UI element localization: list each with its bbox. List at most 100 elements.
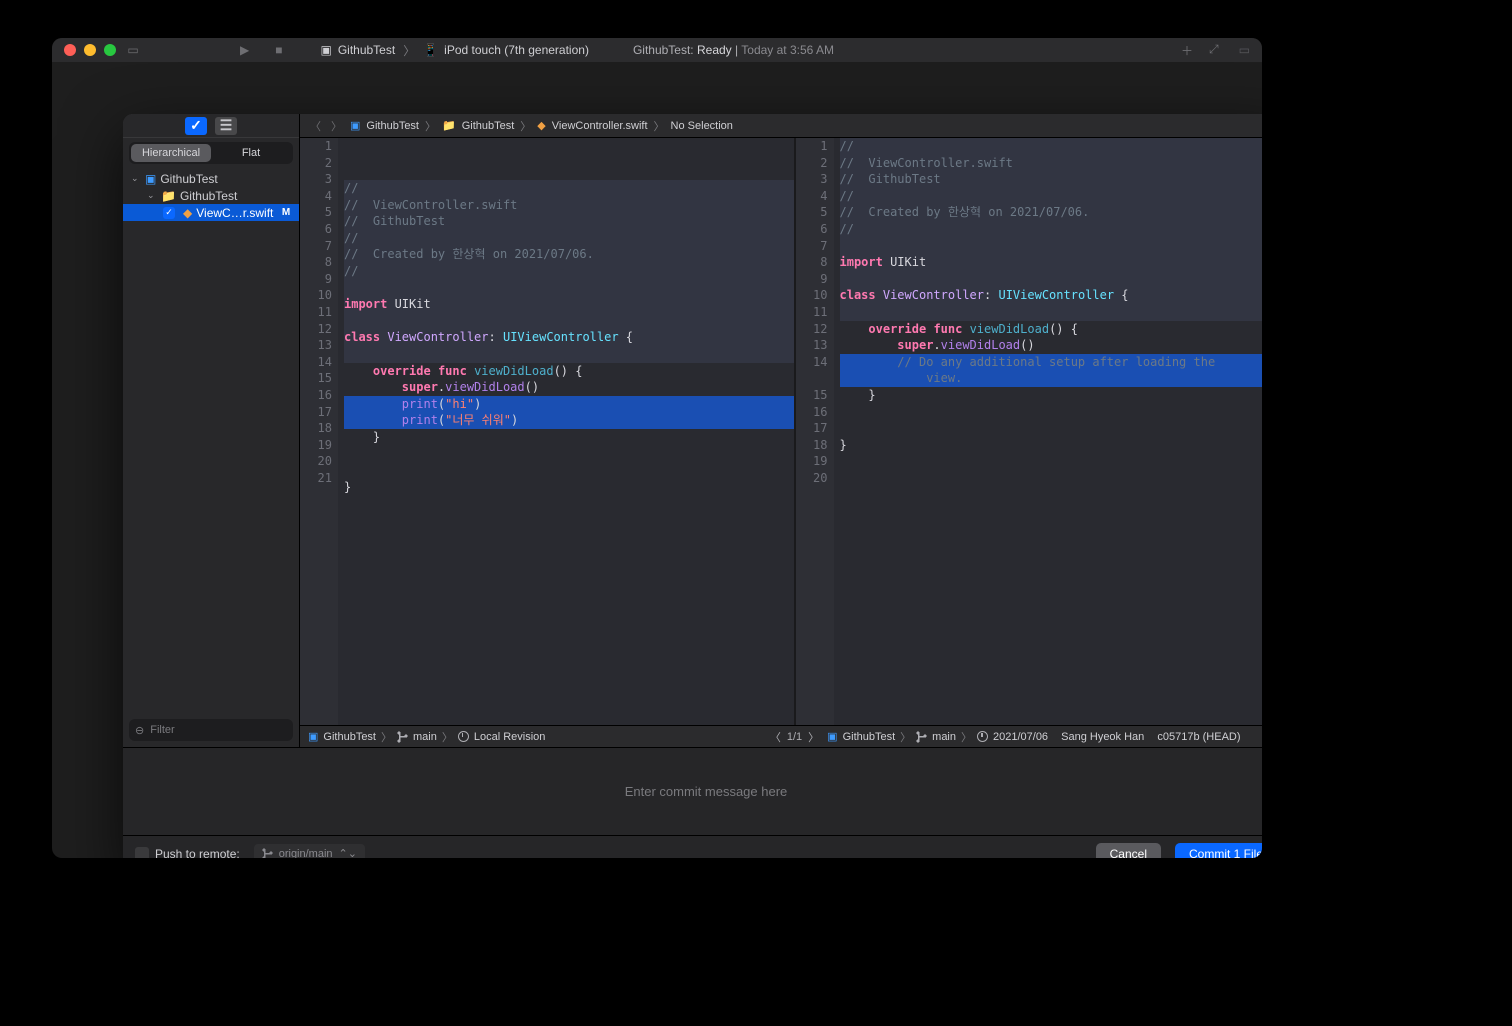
back-icon[interactable]: 〈 [308, 118, 323, 134]
code-line[interactable] [840, 470, 1263, 487]
code-line[interactable] [840, 271, 1263, 288]
code-line[interactable]: // [840, 138, 1263, 155]
code-line[interactable]: // Do any additional setup after loading… [840, 354, 1263, 371]
view-mode-icon[interactable]: ☰ [215, 117, 237, 135]
code-right[interactable]: //// ViewController.swift// GithubTest//… [834, 138, 1263, 725]
code-line[interactable] [840, 453, 1263, 470]
run-button[interactable]: ▶ [240, 43, 249, 57]
pane-left[interactable]: 123456789101112131415161718192021 1⌄ ///… [300, 138, 794, 725]
crumb-3[interactable]: No Selection [671, 120, 733, 132]
code-line[interactable]: // GithubTest [840, 171, 1263, 188]
code-line[interactable]: import UIKit [344, 296, 794, 313]
code-line[interactable]: } [840, 387, 1263, 404]
code-line[interactable]: override func viewDidLoad() { [840, 321, 1263, 338]
file-tree[interactable]: ⌄▣GithubTest⌄📁GithubTest✓◆ViewC…r.swiftM [123, 168, 299, 715]
tree-node[interactable]: ⌄📁GithubTest [123, 187, 299, 204]
code-line[interactable]: // [344, 263, 794, 280]
next-icon[interactable]: 〉 [808, 729, 819, 745]
code-line[interactable]: class ViewController: UIViewController { [344, 329, 794, 346]
branch-icon [916, 731, 927, 743]
xcode-window: ▭ ▶ ■ ▣ GithubTest 〉 📱 iPod touch (7th g… [52, 38, 1262, 858]
code-line[interactable]: // [344, 230, 794, 247]
tree-node[interactable]: ⌄▣GithubTest [123, 170, 299, 187]
library-icon[interactable]: ▭ [1239, 43, 1250, 57]
code-line[interactable]: override func viewDidLoad() { [344, 363, 794, 380]
checkbox-icon[interactable] [135, 847, 149, 859]
prev-icon[interactable]: 〈 [770, 729, 781, 745]
disclosure-icon[interactable]: ⌄ [147, 190, 157, 201]
code-line[interactable]: import UIKit [840, 254, 1263, 271]
crumb-1[interactable]: GithubTest [462, 120, 515, 132]
code-line[interactable]: // [840, 188, 1263, 205]
titlebar: ▭ ▶ ■ ▣ GithubTest 〉 📱 iPod touch (7th g… [52, 38, 1262, 62]
mode-hierarchical[interactable]: Hierarchical [131, 144, 211, 162]
clock-icon [458, 731, 469, 742]
zoom-icon[interactable] [104, 44, 116, 56]
cancel-button[interactable]: Cancel [1096, 843, 1161, 859]
code-line[interactable]: super.viewDidLoad() [840, 337, 1263, 354]
code-line[interactable] [840, 238, 1263, 255]
code-line[interactable]: view. [840, 370, 1263, 387]
disclosure-icon[interactable]: ⌄ [131, 173, 141, 184]
commit-sidebar: ✓ ☰ Hierarchical Flat ⌄▣GithubTest⌄📁Gith… [123, 114, 300, 747]
filter-placeholder: Filter [150, 724, 174, 736]
rev-left[interactable]: ▣ GithubTest〉 main〉 Local Revision [300, 729, 770, 745]
code-line[interactable]: } [344, 479, 794, 496]
repo-icon: ▣ [308, 730, 318, 743]
code-line[interactable]: } [344, 429, 794, 446]
code-line[interactable]: super.viewDidLoad() [344, 379, 794, 396]
sidebar-toggle-icon[interactable]: ▭ [124, 43, 142, 57]
code-line[interactable] [344, 462, 794, 479]
code-line[interactable]: class ViewController: UIViewController { [840, 287, 1263, 304]
crumb-2[interactable]: ViewController.swift [552, 120, 648, 132]
code-line[interactable]: } [840, 437, 1263, 454]
code-line[interactable] [344, 446, 794, 463]
filter-field[interactable]: ⊖ Filter [129, 719, 293, 741]
pane-right[interactable]: 1234567891011121314151617181920 //// Vie… [794, 138, 1263, 725]
code-line[interactable]: print("너무 쉬워") [344, 412, 794, 429]
breadcrumb[interactable]: 〈 〉 ▣ GithubTest 〉 📁 GithubTest 〉 ◆ View… [300, 114, 1262, 138]
crumb-0[interactable]: GithubTest [366, 120, 419, 132]
code-line[interactable]: // ViewController.swift [344, 197, 794, 214]
forward-icon[interactable]: 〉 [329, 118, 344, 134]
diff-area: 〈 〉 ▣ GithubTest 〉 📁 GithubTest 〉 ◆ View… [300, 114, 1262, 747]
code-line[interactable]: // Created by 한상혁 on 2021/07/06. [840, 204, 1263, 221]
code-line[interactable] [344, 346, 794, 363]
scheme-selector[interactable]: ▣ GithubTest 〉 📱 iPod touch (7th generat… [320, 42, 588, 59]
rev-right[interactable]: ▣ GithubTest〉 main〉 2021/07/06 Sang Hyeo… [819, 729, 1262, 745]
branch-icon [397, 731, 408, 743]
code-line[interactable] [840, 420, 1263, 437]
checkbox-icon[interactable]: ✓ [163, 207, 175, 219]
minimize-icon[interactable] [84, 44, 96, 56]
code-left[interactable]: 1⌄ //// ViewController.swift// GithubTes… [338, 138, 794, 725]
code-line[interactable]: // GithubTest [344, 213, 794, 230]
code-line[interactable]: // ViewController.swift [840, 155, 1263, 172]
button-row: Push to remote: origin/main ⌃⌄ Cancel Co… [123, 835, 1262, 858]
diff-pager[interactable]: 〈 1/1 〉 [770, 729, 819, 745]
tree-node[interactable]: ✓◆ViewC…r.swiftM [123, 204, 299, 221]
code-line[interactable] [840, 404, 1263, 421]
code-line[interactable] [840, 304, 1263, 321]
code-line[interactable] [344, 512, 794, 529]
remote-select[interactable]: origin/main ⌃⌄ [254, 844, 365, 859]
code-line[interactable]: // Created by 한상혁 on 2021/07/06. [344, 246, 794, 263]
close-icon[interactable] [64, 44, 76, 56]
push-checkbox[interactable]: Push to remote: [135, 847, 240, 859]
plus-icon[interactable]: ＋ [1181, 42, 1193, 59]
project-icon: ▣ [145, 172, 156, 186]
mode-flat[interactable]: Flat [211, 144, 291, 162]
traffic-lights[interactable] [64, 44, 116, 56]
commit-message[interactable]: Enter commit message here [123, 747, 1262, 835]
expand-icon[interactable]: ⤢ [1209, 42, 1219, 59]
code-line[interactable]: // [840, 221, 1263, 238]
code-line[interactable] [344, 313, 794, 330]
stop-button[interactable]: ■ [275, 43, 282, 57]
code-line[interactable] [344, 495, 794, 512]
code-line[interactable] [344, 280, 794, 297]
view-mode-segment[interactable]: Hierarchical Flat [129, 142, 293, 164]
code-line[interactable]: print("hi") [344, 396, 794, 413]
code-line[interactable]: // [344, 180, 794, 197]
modified-badge: M [279, 206, 293, 220]
check-all-icon[interactable]: ✓ [185, 117, 207, 135]
commit-button[interactable]: Commit 1 File [1175, 843, 1262, 859]
